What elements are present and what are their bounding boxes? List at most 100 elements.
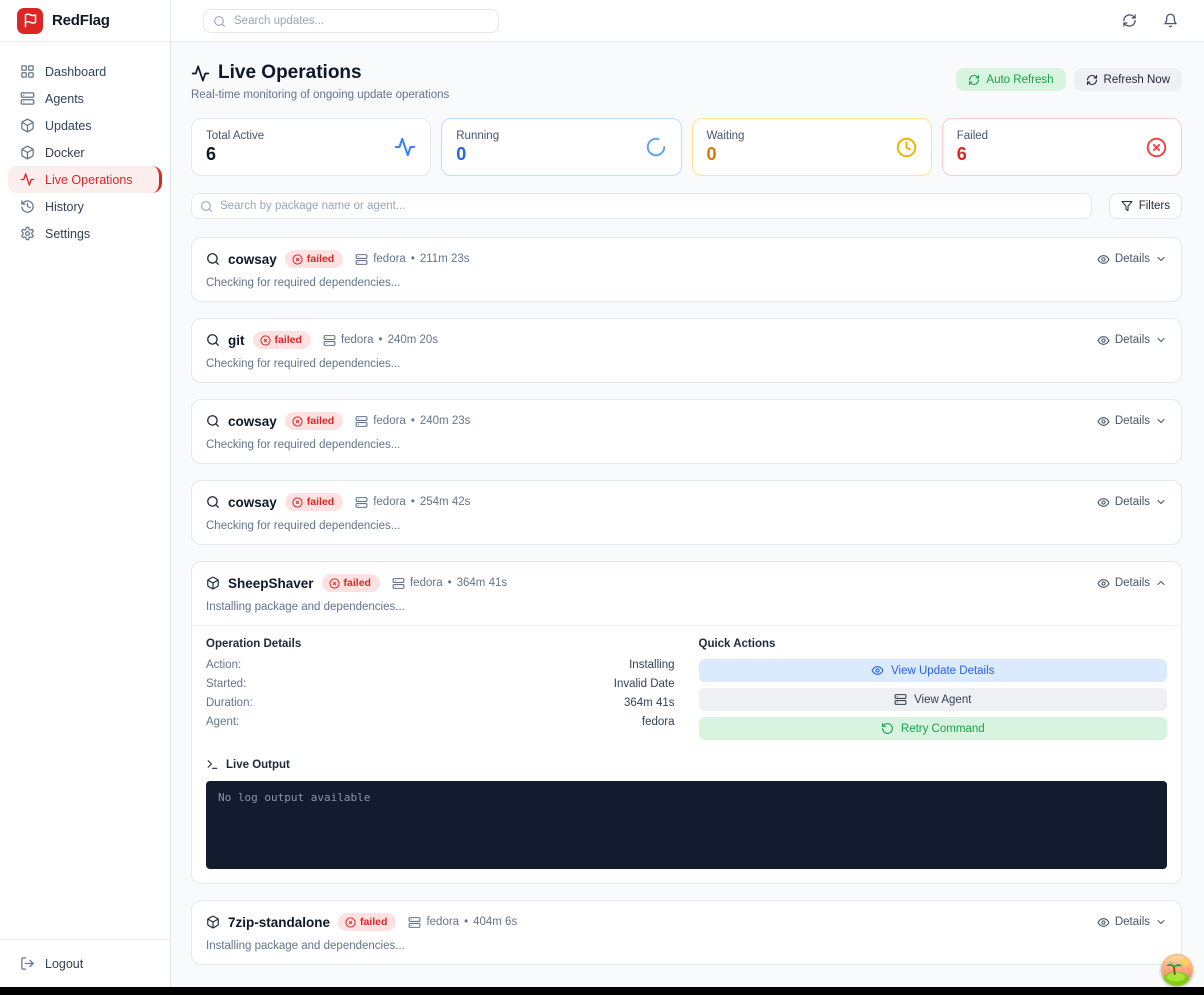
- header-actions: Auto Refresh Refresh Now: [956, 62, 1182, 91]
- eye-icon: [1097, 916, 1110, 929]
- search-icon: [200, 200, 213, 213]
- server-icon: [355, 253, 368, 266]
- sidebar-item-settings[interactable]: Settings: [8, 220, 162, 247]
- status-badge: failed: [285, 250, 343, 268]
- x-circle-icon: [292, 254, 303, 265]
- sidebar-nav: Dashboard Agents Updates Docker Live Ope…: [0, 42, 170, 247]
- logout-icon: [20, 956, 35, 971]
- server-icon: [392, 577, 405, 590]
- operations-search-input[interactable]: [191, 193, 1092, 219]
- refresh-now-button[interactable]: Refresh Now: [1074, 68, 1182, 91]
- operation-card: git failed fedora•240m 20s: [191, 318, 1182, 383]
- operation-name: cowsay: [228, 495, 277, 510]
- stat-card-total-active: Total Active 6: [191, 118, 431, 176]
- global-search: [203, 9, 499, 33]
- dashboard-icon: [20, 64, 35, 79]
- app-shell: RedFlag Dashboard Agents Updates Docker …: [0, 0, 1204, 987]
- sidebar-item-label: Live Operations: [45, 173, 133, 187]
- bottom-strip: [0, 987, 1204, 995]
- details-button[interactable]: Details: [1097, 916, 1167, 929]
- terminal-icon: [206, 758, 219, 771]
- sidebar-item-label: Dashboard: [45, 65, 106, 79]
- operation-card-expanded: SheepShaver failed fedora•364m 41s: [191, 561, 1182, 884]
- package-icon: [206, 915, 220, 929]
- quick-actions-title: Quick Actions: [699, 638, 1168, 650]
- page-header: Live Operations Real-time monitoring of …: [191, 62, 1182, 101]
- retry-command-button[interactable]: Retry Command: [699, 717, 1168, 740]
- operation-name: cowsay: [228, 414, 277, 429]
- sidebar-item-docker[interactable]: Docker: [8, 139, 162, 166]
- operations-list: cowsay failed fedora•211m 23s: [191, 237, 1182, 965]
- operation-meta: fedora•254m 42s: [355, 496, 470, 509]
- sidebar-item-label: Docker: [45, 146, 85, 160]
- details-button[interactable]: Details: [1097, 496, 1167, 509]
- eye-icon: [1097, 577, 1110, 590]
- details-button[interactable]: Details: [1097, 334, 1167, 347]
- main-area: Live Operations Real-time monitoring of …: [171, 0, 1204, 987]
- chevron-up-icon: [1155, 577, 1167, 589]
- sidebar-item-agents[interactable]: Agents: [8, 85, 162, 112]
- refresh-now-label: Refresh Now: [1104, 74, 1170, 86]
- global-search-input[interactable]: [203, 9, 499, 33]
- view-agent-button[interactable]: View Agent: [699, 688, 1168, 711]
- eye-icon: [1097, 496, 1110, 509]
- operation-expanded-panel: Operation Details Action:Installing Star…: [192, 625, 1181, 871]
- stat-label: Failed: [957, 130, 988, 142]
- terminal-empty-text: No log output available: [218, 791, 370, 804]
- server-icon: [355, 415, 368, 428]
- sidebar-item-live-operations[interactable]: Live Operations: [8, 166, 162, 193]
- status-badge: failed: [253, 331, 311, 349]
- stat-card-waiting: Waiting 0: [692, 118, 932, 176]
- chevron-down-icon: [1155, 253, 1167, 265]
- brand: RedFlag: [0, 0, 170, 42]
- refresh-icon: [1086, 74, 1098, 86]
- clock-icon: [896, 137, 917, 158]
- details-button[interactable]: Details: [1097, 415, 1167, 428]
- stat-card-running: Running 0: [441, 118, 681, 176]
- server-icon: [323, 334, 336, 347]
- operation-message: Checking for required dependencies...: [206, 277, 1167, 289]
- page-title: Live Operations: [191, 62, 449, 84]
- package-icon: [20, 118, 35, 133]
- stat-card-failed: Failed 6: [942, 118, 1182, 176]
- auto-refresh-button[interactable]: Auto Refresh: [956, 68, 1065, 91]
- topbar: [171, 0, 1204, 42]
- sidebar-item-updates[interactable]: Updates: [8, 112, 162, 139]
- search-icon: [206, 414, 220, 428]
- detail-row-duration: Duration:364m 41s: [206, 697, 675, 716]
- island-extension-icon[interactable]: [1161, 954, 1193, 986]
- sidebar-item-label: History: [45, 200, 84, 214]
- details-button[interactable]: Details: [1097, 577, 1167, 590]
- server-icon: [894, 693, 907, 706]
- operation-message: Checking for required dependencies...: [206, 358, 1167, 370]
- search-icon: [206, 495, 220, 509]
- status-badge: failed: [338, 913, 396, 931]
- status-badge: failed: [285, 412, 343, 430]
- operation-message: Installing package and dependencies...: [206, 601, 1167, 613]
- logout-button[interactable]: Logout: [0, 939, 170, 987]
- stat-label: Running: [456, 130, 499, 142]
- chevron-down-icon: [1155, 415, 1167, 427]
- view-update-details-button[interactable]: View Update Details: [699, 659, 1168, 682]
- filters-button[interactable]: Filters: [1109, 193, 1182, 219]
- server-icon: [408, 916, 421, 929]
- sidebar-item-history[interactable]: History: [8, 193, 162, 220]
- search-icon: [206, 333, 220, 347]
- eye-icon: [1097, 253, 1110, 266]
- sidebar-item-label: Agents: [45, 92, 84, 106]
- details-button[interactable]: Details: [1097, 253, 1167, 266]
- redflag-logo: [17, 8, 43, 34]
- bell-icon[interactable]: [1163, 13, 1178, 28]
- activity-icon: [394, 136, 416, 158]
- live-output-section: Live Output No log output available: [206, 758, 1167, 869]
- detail-row-agent: Agent:fedora: [206, 716, 675, 735]
- filters-label: Filters: [1139, 200, 1170, 212]
- operation-details-section: Operation Details Action:Installing Star…: [206, 638, 675, 746]
- operation-card: 7zip-standalone failed fedora•404m 6s: [191, 900, 1182, 965]
- refresh-icon[interactable]: [1122, 13, 1137, 28]
- operation-meta: fedora•364m 41s: [392, 577, 507, 590]
- search-icon: [206, 252, 220, 266]
- live-output-title: Live Output: [206, 758, 1167, 771]
- sidebar-item-dashboard[interactable]: Dashboard: [8, 58, 162, 85]
- box-icon: [20, 145, 35, 160]
